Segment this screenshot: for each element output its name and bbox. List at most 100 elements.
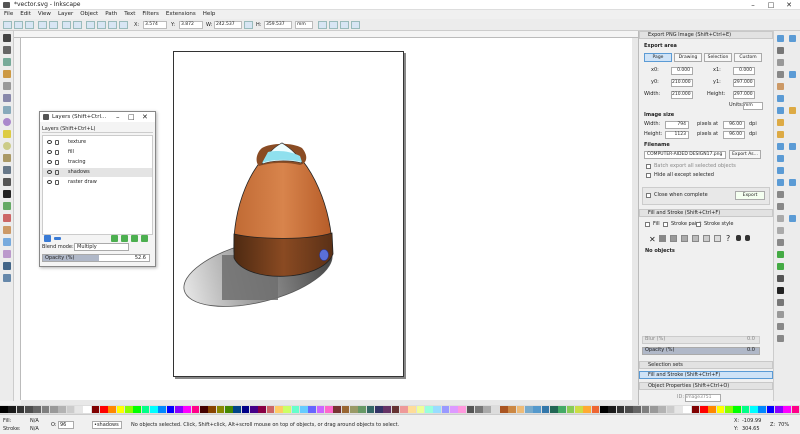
palette-swatch[interactable] (616, 406, 625, 413)
palette-swatch[interactable] (358, 406, 367, 413)
import-icon[interactable] (777, 95, 784, 102)
layers-dialog-title[interactable]: Layers (Shift+Ctrl... (40, 112, 155, 122)
clone-icon[interactable] (777, 227, 784, 234)
palette-swatch[interactable] (291, 406, 300, 413)
area-drawing-button[interactable]: Drawing (674, 53, 702, 62)
zoom-drawing-icon[interactable] (777, 191, 784, 198)
palette-swatch[interactable] (458, 406, 467, 413)
palette-swatch[interactable] (558, 406, 567, 413)
fill-tab[interactable]: Fill (653, 221, 660, 228)
area-selection-button[interactable]: Selection (704, 53, 732, 62)
palette-swatch[interactable] (525, 406, 533, 413)
no-paint-icon[interactable]: ✕ (649, 235, 656, 244)
lock-icon[interactable] (55, 160, 59, 165)
cut-icon[interactable] (777, 155, 784, 162)
snap-centers-icon[interactable] (789, 143, 796, 150)
export-icon[interactable] (777, 107, 784, 114)
palette-swatch[interactable] (508, 406, 517, 413)
flat-color-icon[interactable] (659, 235, 666, 242)
palette-swatch[interactable] (783, 406, 792, 413)
palette-swatch[interactable] (250, 406, 258, 413)
palette-swatch[interactable] (241, 406, 250, 413)
lock-icon[interactable] (55, 140, 59, 145)
palette-swatch[interactable] (316, 406, 325, 413)
palette-swatch[interactable] (466, 406, 475, 413)
palette-swatch[interactable] (216, 406, 225, 413)
fill-rule-evenodd-icon[interactable] (736, 235, 741, 241)
palette-swatch[interactable] (375, 406, 383, 413)
layer-row-fill[interactable]: fill (43, 148, 152, 157)
palette-swatch[interactable] (683, 406, 692, 413)
palette-swatch[interactable] (391, 406, 400, 413)
lock-icon[interactable] (55, 150, 59, 155)
units-select[interactable]: mm (743, 102, 763, 110)
palette-swatch[interactable] (691, 406, 700, 413)
height-input[interactable]: 297.000 (733, 91, 755, 99)
lock-icon[interactable] (55, 170, 59, 175)
snap-nodes-icon[interactable] (789, 71, 796, 78)
fill-stroke-tab[interactable]: Fill and Stroke (Shift+Ctrl+F) (639, 371, 773, 379)
area-page-button[interactable]: Page (644, 53, 672, 62)
layers-tab[interactable]: Layers (Shift+Ctrl+L) (42, 125, 153, 133)
palette-swatch[interactable] (791, 406, 800, 413)
palette-swatch[interactable] (125, 406, 133, 413)
palette-swatch[interactable] (83, 406, 92, 413)
visibility-icon[interactable] (47, 160, 52, 164)
palette-swatch[interactable] (16, 406, 25, 413)
x1-input[interactable]: 0.000 (733, 67, 755, 75)
lock-icon[interactable] (55, 180, 59, 185)
palette-swatch[interactable] (658, 406, 667, 413)
palette-swatch[interactable] (566, 406, 575, 413)
visibility-icon[interactable] (47, 170, 52, 174)
palette-swatch[interactable] (283, 406, 292, 413)
layer-row-texture[interactable]: texture (43, 138, 152, 147)
zoom-selection-icon[interactable] (777, 179, 784, 186)
hide-except-checkbox[interactable] (646, 173, 651, 178)
palette-swatch[interactable] (450, 406, 458, 413)
palette-swatch[interactable] (350, 406, 358, 413)
remove-layer-icon[interactable] (54, 237, 61, 240)
color-palette[interactable] (0, 405, 800, 414)
palette-swatch[interactable] (608, 406, 617, 413)
close-complete-checkbox[interactable] (646, 193, 651, 198)
palette-swatch[interactable] (341, 406, 350, 413)
palette-swatch[interactable] (766, 406, 775, 413)
y1-input[interactable]: 297.000 (733, 79, 755, 87)
palette-swatch[interactable] (300, 406, 308, 413)
palette-swatch[interactable] (541, 406, 550, 413)
batch-export-checkbox[interactable] (646, 164, 651, 169)
opacity-o-input[interactable]: 96 (58, 421, 74, 429)
snap-paths-icon[interactable] (789, 107, 796, 114)
preferences-icon[interactable] (777, 335, 784, 342)
swatch-icon[interactable] (714, 235, 721, 242)
palette-swatch[interactable] (758, 406, 767, 413)
copy-icon[interactable] (777, 143, 784, 150)
palette-swatch[interactable] (0, 406, 8, 413)
img-height-input[interactable]: 1123 (665, 131, 689, 139)
palette-swatch[interactable] (441, 406, 450, 413)
lower-layer-bottom-icon[interactable] (141, 235, 148, 242)
palette-swatch[interactable] (158, 406, 167, 413)
palette-swatch[interactable] (750, 406, 758, 413)
save-doc-icon[interactable] (777, 71, 784, 78)
palette-swatch[interactable] (500, 406, 508, 413)
ungroup-icon[interactable] (777, 263, 784, 270)
palette-swatch[interactable] (433, 406, 442, 413)
palette-swatch[interactable] (475, 406, 483, 413)
snap-bbox-icon[interactable] (789, 35, 796, 42)
palette-swatch[interactable] (225, 406, 233, 413)
palette-swatch[interactable] (150, 406, 158, 413)
palette-swatch[interactable] (408, 406, 417, 413)
palette-swatch[interactable] (416, 406, 425, 413)
palette-swatch[interactable] (650, 406, 658, 413)
palette-swatch[interactable] (58, 406, 67, 413)
palette-swatch[interactable] (333, 406, 342, 413)
palette-swatch[interactable] (708, 406, 717, 413)
selection-sets-tab[interactable]: Selection sets (639, 361, 773, 369)
palette-swatch[interactable] (91, 406, 100, 413)
undo-icon[interactable] (777, 119, 784, 126)
fill-stroke-icon[interactable] (777, 275, 784, 282)
stroke-style-tab[interactable]: Stroke style (704, 221, 734, 228)
palette-swatch[interactable] (741, 406, 750, 413)
palette-swatch[interactable] (383, 406, 392, 413)
